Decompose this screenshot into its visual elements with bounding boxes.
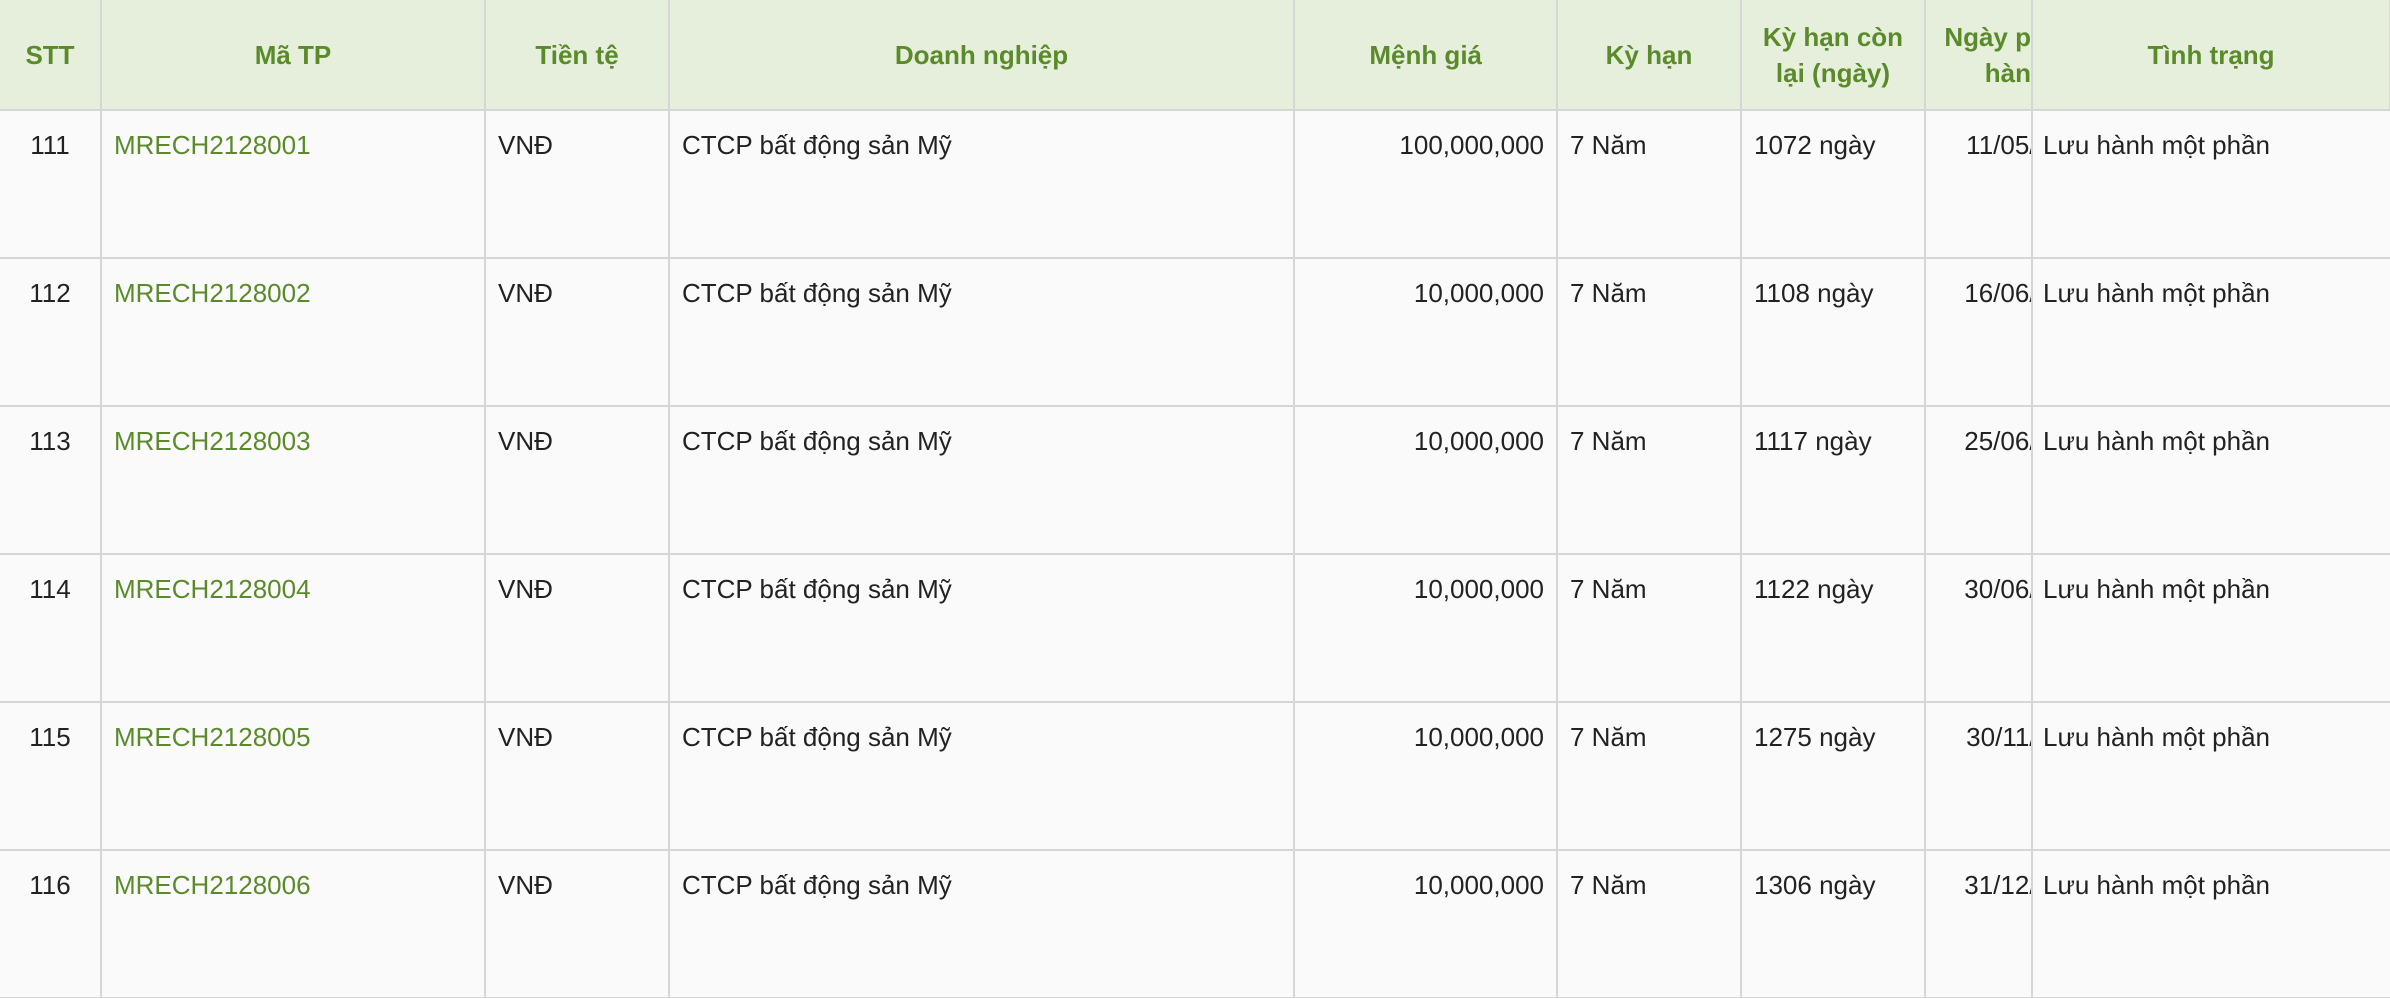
table-row: 112 MRECH2128002 VNĐ CTCP bất động sản M… bbox=[0, 258, 2390, 407]
cell-stt: 115 bbox=[0, 702, 102, 851]
cell-currency: VNĐ bbox=[485, 406, 670, 555]
cell-code: MRECH2128001 bbox=[101, 110, 486, 259]
cell-term: 7 Năm bbox=[1557, 110, 1742, 259]
cell-currency: VNĐ bbox=[485, 258, 670, 407]
cell-remaining: 1108 ngày bbox=[1741, 258, 1926, 407]
cell-company: CTCP bất động sản Mỹ bbox=[669, 110, 1295, 259]
cell-issue-date: 30/11/2 bbox=[1925, 702, 2033, 851]
cell-company: CTCP bất động sản Mỹ bbox=[669, 850, 1295, 998]
cell-stt: 114 bbox=[0, 554, 102, 703]
bond-code-link[interactable]: MRECH2128001 bbox=[114, 130, 311, 160]
table-body: 111 MRECH2128001 VNĐ CTCP bất động sản M… bbox=[0, 110, 2390, 998]
column-header-face-value[interactable]: Mệnh giá bbox=[1294, 0, 1558, 111]
cell-status: Lưu hành một phần bbox=[2032, 406, 2390, 555]
bond-code-link[interactable]: MRECH2128002 bbox=[114, 278, 311, 308]
table-row: 115 MRECH2128005 VNĐ CTCP bất động sản M… bbox=[0, 702, 2390, 851]
issue-date-text: 30/11/2 bbox=[1966, 722, 2030, 752]
issue-date-text: 11/05/2 bbox=[1966, 130, 2030, 160]
cell-face-value: 10,000,000 bbox=[1294, 406, 1558, 555]
cell-company: CTCP bất động sản Mỹ bbox=[669, 258, 1295, 407]
cell-company: CTCP bất động sản Mỹ bbox=[669, 702, 1295, 851]
cell-currency: VNĐ bbox=[485, 702, 670, 851]
cell-remaining: 1117 ngày bbox=[1741, 406, 1926, 555]
issue-date-text: 25/06/2 bbox=[1964, 426, 2030, 456]
cell-issue-date: 11/05/2 bbox=[1925, 110, 2033, 259]
column-header-stt[interactable]: STT bbox=[0, 0, 102, 111]
table-row: 116 MRECH2128006 VNĐ CTCP bất động sản M… bbox=[0, 850, 2390, 998]
cell-term: 7 Năm bbox=[1557, 258, 1742, 407]
cell-issue-date: 30/06/2 bbox=[1925, 554, 2033, 703]
table-row: 111 MRECH2128001 VNĐ CTCP bất động sản M… bbox=[0, 110, 2390, 259]
column-header-issue-date-line2: hàn bbox=[1984, 57, 2031, 88]
cell-company: CTCP bất động sản Mỹ bbox=[669, 554, 1295, 703]
cell-face-value: 100,000,000 bbox=[1294, 110, 1558, 259]
cell-status: Lưu hành một phần bbox=[2032, 850, 2390, 998]
table-row: 114 MRECH2128004 VNĐ CTCP bất động sản M… bbox=[0, 554, 2390, 703]
cell-code: MRECH2128004 bbox=[101, 554, 486, 703]
cell-status: Lưu hành một phần bbox=[2032, 554, 2390, 703]
header-row: STT Mã TP Tiền tệ Doanh nghiệp Mệnh giá … bbox=[0, 0, 2390, 111]
bond-code-link[interactable]: MRECH2128005 bbox=[114, 722, 311, 752]
column-header-currency[interactable]: Tiền tệ bbox=[485, 0, 670, 111]
cell-issue-date: 31/12/2 bbox=[1925, 850, 2033, 998]
cell-status: Lưu hành một phần bbox=[2032, 702, 2390, 851]
cell-stt: 112 bbox=[0, 258, 102, 407]
cell-code: MRECH2128002 bbox=[101, 258, 486, 407]
cell-currency: VNĐ bbox=[485, 850, 670, 998]
cell-currency: VNĐ bbox=[485, 110, 670, 259]
cell-face-value: 10,000,000 bbox=[1294, 258, 1558, 407]
bond-table-container: STT Mã TP Tiền tệ Doanh nghiệp Mệnh giá … bbox=[0, 0, 2390, 998]
bond-code-link[interactable]: MRECH2128003 bbox=[114, 426, 311, 456]
issue-date-text: 16/06/2 bbox=[1964, 278, 2030, 308]
table-header: STT Mã TP Tiền tệ Doanh nghiệp Mệnh giá … bbox=[0, 0, 2390, 111]
cell-status: Lưu hành một phần bbox=[2032, 258, 2390, 407]
cell-stt: 116 bbox=[0, 850, 102, 998]
bond-code-link[interactable]: MRECH2128006 bbox=[114, 870, 311, 900]
column-header-term[interactable]: Kỳ hạn bbox=[1557, 0, 1742, 111]
cell-remaining: 1306 ngày bbox=[1741, 850, 1926, 998]
cell-code: MRECH2128003 bbox=[101, 406, 486, 555]
issue-date-text: 30/06/2 bbox=[1964, 574, 2030, 604]
cell-face-value: 10,000,000 bbox=[1294, 850, 1558, 998]
cell-face-value: 10,000,000 bbox=[1294, 702, 1558, 851]
cell-stt: 113 bbox=[0, 406, 102, 555]
cell-remaining: 1275 ngày bbox=[1741, 702, 1926, 851]
cell-issue-date: 16/06/2 bbox=[1925, 258, 2033, 407]
cell-code: MRECH2128005 bbox=[101, 702, 486, 851]
table-row: 113 MRECH2128003 VNĐ CTCP bất động sản M… bbox=[0, 406, 2390, 555]
cell-face-value: 10,000,000 bbox=[1294, 554, 1558, 703]
cell-company: CTCP bất động sản Mỹ bbox=[669, 406, 1295, 555]
cell-remaining: 1072 ngày bbox=[1741, 110, 1926, 259]
cell-code: MRECH2128006 bbox=[101, 850, 486, 998]
issue-date-text: 31/12/2 bbox=[1964, 870, 2030, 900]
cell-status: Lưu hành một phần bbox=[2032, 110, 2390, 259]
bond-table: STT Mã TP Tiền tệ Doanh nghiệp Mệnh giá … bbox=[0, 0, 2390, 998]
cell-stt: 111 bbox=[0, 110, 102, 259]
column-header-issue-date-line1: Ngày p bbox=[1944, 21, 2031, 52]
cell-remaining: 1122 ngày bbox=[1741, 554, 1926, 703]
cell-issue-date: 25/06/2 bbox=[1925, 406, 2033, 555]
cell-term: 7 Năm bbox=[1557, 850, 1742, 998]
column-header-company[interactable]: Doanh nghiệp bbox=[669, 0, 1295, 111]
column-header-remaining-line1: Kỳ hạn còn bbox=[1762, 21, 1904, 52]
cell-currency: VNĐ bbox=[485, 554, 670, 703]
column-header-status[interactable]: Tình trạng bbox=[2032, 0, 2390, 111]
bond-code-link[interactable]: MRECH2128004 bbox=[114, 574, 311, 604]
column-header-code[interactable]: Mã TP bbox=[101, 0, 486, 111]
cell-term: 7 Năm bbox=[1557, 554, 1742, 703]
column-header-remaining-line2: lại (ngày) bbox=[1775, 57, 1891, 88]
cell-term: 7 Năm bbox=[1557, 406, 1742, 555]
column-header-issue-date[interactable]: Ngày p hàn bbox=[1925, 0, 2033, 111]
column-header-remaining[interactable]: Kỳ hạn còn lại (ngày) bbox=[1741, 0, 1926, 111]
cell-term: 7 Năm bbox=[1557, 702, 1742, 851]
